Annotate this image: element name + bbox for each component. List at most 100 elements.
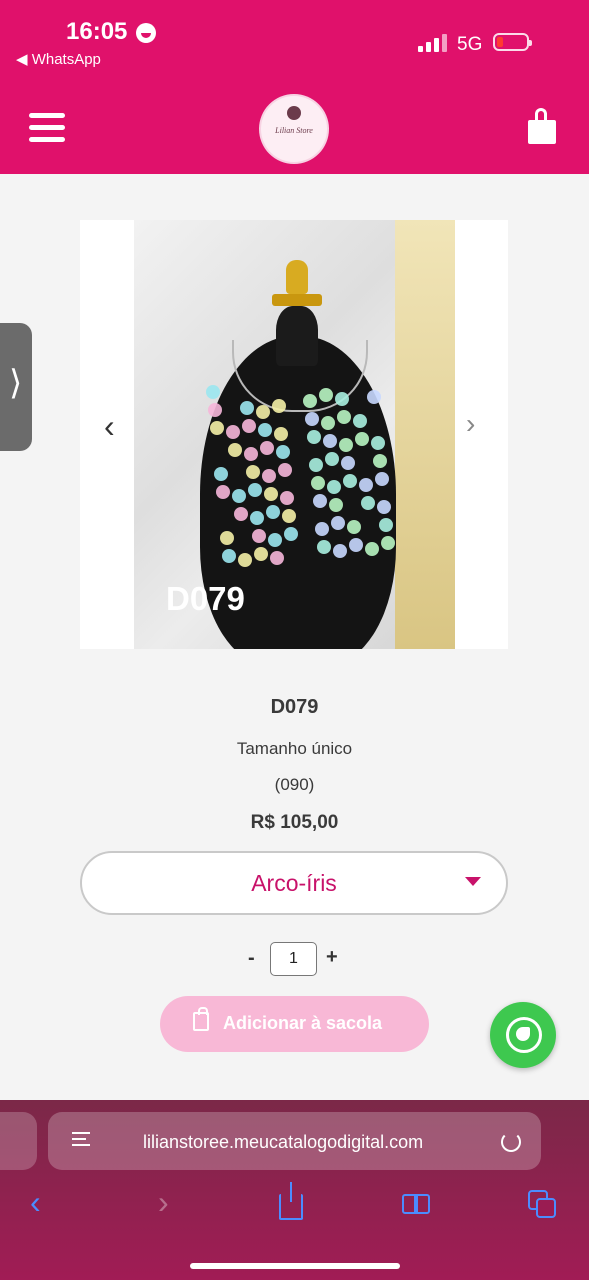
sequin (343, 474, 357, 488)
smiley-icon (136, 23, 156, 43)
sequin (260, 441, 274, 455)
sequin (252, 529, 266, 543)
sequin (375, 472, 389, 486)
side-drawer-tab[interactable]: ⟩ (0, 323, 32, 451)
sequin (280, 491, 294, 505)
address-bar[interactable]: lilianstoree.meucatalogodigital.com (48, 1112, 541, 1170)
sequin (309, 458, 323, 472)
sequin (335, 392, 349, 406)
sequin (319, 388, 333, 402)
sequin (313, 494, 327, 508)
network-label: 5G (457, 34, 483, 55)
battery-icon (493, 33, 532, 51)
browser-toolbar: lilianstoree.meucatalogodigital.com (0, 1100, 589, 1280)
sequin (317, 540, 331, 554)
bookmarks-icon[interactable] (402, 1194, 434, 1216)
sequin (377, 500, 391, 514)
photo-label: D079 (166, 580, 245, 617)
sequin (327, 480, 341, 494)
browser-back-button[interactable]: ‹ (30, 1184, 41, 1221)
sequin (311, 476, 325, 490)
quantity-decrease-button[interactable]: - (248, 947, 255, 970)
sequin (214, 467, 228, 481)
caret-down-icon (465, 877, 481, 886)
sequin (367, 390, 381, 404)
quantity-increase-button[interactable]: + (326, 946, 338, 969)
sequin (282, 509, 296, 523)
sequin (216, 485, 230, 499)
variant-select[interactable]: Arco-íris (80, 851, 508, 915)
sequin (250, 511, 264, 525)
sequin (325, 452, 339, 466)
store-logo[interactable]: Lilian Store (261, 96, 327, 162)
sequin (361, 496, 375, 510)
sequin (242, 419, 256, 433)
mannequin-cap (286, 260, 308, 294)
sequin (274, 427, 288, 441)
sequin (355, 432, 369, 446)
sequin-stars (198, 385, 395, 567)
store-header: 16:05 ◀ WhatsApp 5G Lilian Store (0, 0, 589, 174)
sequin (276, 445, 290, 459)
reader-icon[interactable] (72, 1132, 90, 1150)
sequin (353, 414, 367, 428)
sequin (278, 463, 292, 477)
home-indicator (190, 1263, 400, 1269)
sequin (371, 436, 385, 450)
product-title: D079 (270, 696, 319, 718)
sequin (331, 516, 345, 530)
sequin (228, 443, 242, 457)
browser-forward-button[interactable]: › (158, 1184, 169, 1221)
sequin (284, 527, 298, 541)
sequin (232, 489, 246, 503)
carousel-prev-button[interactable]: ‹ (104, 410, 115, 442)
sequin (208, 403, 222, 417)
mannequin-base (272, 294, 322, 306)
sequin (303, 394, 317, 408)
sequin (315, 522, 329, 536)
product-photo[interactable]: D079 (134, 220, 455, 649)
bag-icon (528, 120, 556, 144)
product-carousel: D079 ‹ › (80, 220, 508, 649)
sequin (256, 405, 270, 419)
sequin (337, 410, 351, 424)
sequin (248, 483, 262, 497)
product-code: (090) (274, 775, 315, 794)
sequin (333, 544, 347, 558)
back-to-whatsapp-link[interactable]: ◀ WhatsApp (16, 50, 101, 68)
previous-tab[interactable] (0, 1112, 37, 1170)
sequin (329, 498, 343, 512)
sequin (244, 447, 258, 461)
shopping-bag-button[interactable] (526, 108, 558, 146)
sequin (339, 438, 353, 452)
sequin (365, 542, 379, 556)
sequin (240, 401, 254, 415)
sequin (264, 487, 278, 501)
sequin (226, 425, 240, 439)
tabs-icon[interactable] (528, 1190, 558, 1220)
sequin (359, 478, 373, 492)
sequin (347, 520, 361, 534)
reload-icon[interactable] (501, 1132, 521, 1152)
product-price: R$ 105,00 (250, 812, 339, 833)
share-icon[interactable] (279, 1182, 303, 1220)
status-time: 16:05 (66, 18, 128, 45)
sequin (234, 507, 248, 521)
sequin (341, 456, 355, 470)
add-to-bag-button[interactable]: Adicionar à sacola (160, 996, 429, 1052)
url-text: lilianstoree.meucatalogodigital.com (143, 1132, 424, 1152)
sequin (268, 533, 282, 547)
chevron-right-icon: ⟩ (9, 364, 23, 402)
sequin (220, 531, 234, 545)
bag-icon (193, 1007, 209, 1031)
sequin (222, 549, 236, 563)
sequin (321, 416, 335, 430)
sequin (381, 536, 395, 550)
sequin (246, 465, 260, 479)
menu-button[interactable] (29, 113, 65, 143)
carousel-next-button[interactable]: › (466, 410, 475, 438)
sequin (305, 412, 319, 426)
sequin (262, 469, 276, 483)
whatsapp-button[interactable] (490, 1002, 556, 1068)
quantity-input[interactable] (270, 942, 317, 976)
